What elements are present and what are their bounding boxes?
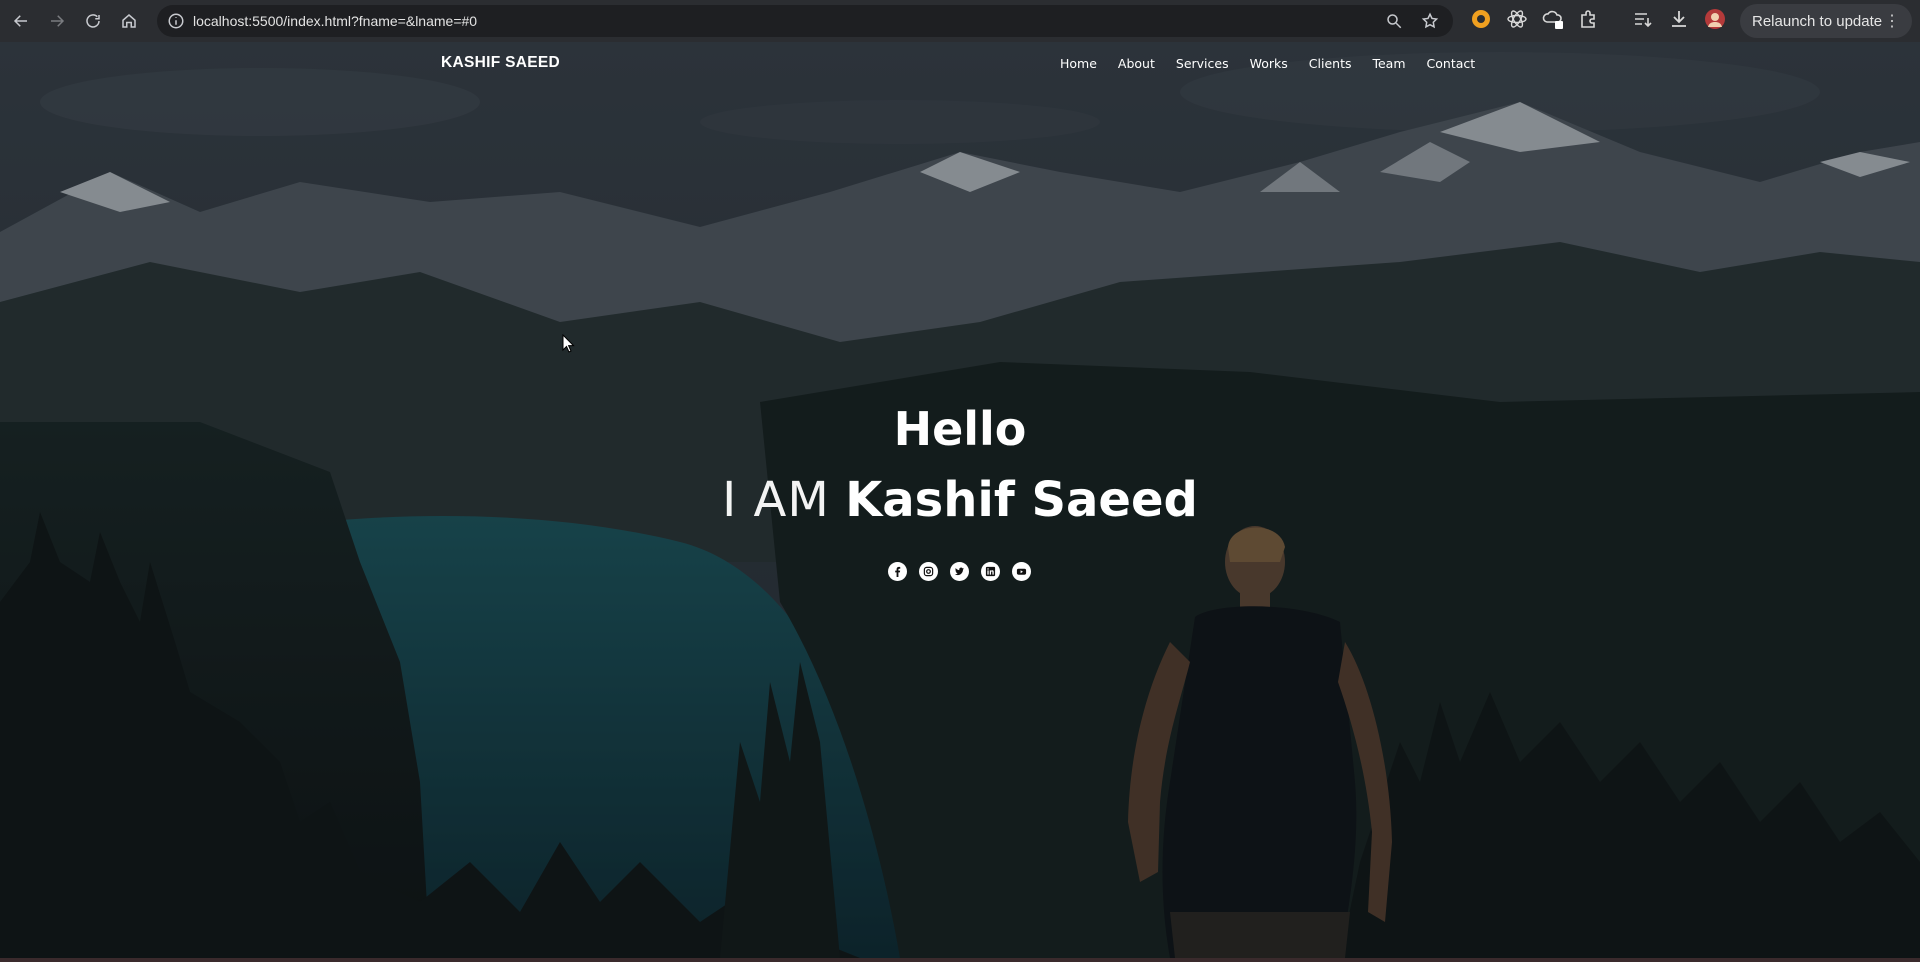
hero-name: Kashif Saeed [845, 472, 1198, 528]
reload-icon[interactable] [78, 6, 108, 36]
home-icon[interactable] [114, 6, 144, 36]
back-icon[interactable] [6, 6, 36, 36]
extension-orange-icon[interactable] [1470, 8, 1492, 30]
url-text[interactable]: localhost:5500/index.html?fname=&lname=#… [193, 13, 477, 29]
bookmark-star-icon[interactable] [1421, 12, 1439, 30]
extension-react-icon[interactable] [1506, 8, 1528, 30]
hero-greeting: Hello [893, 402, 1027, 456]
profile-avatar-icon[interactable] [1704, 8, 1726, 30]
extension-cloud-icon[interactable] [1542, 8, 1564, 30]
nav-services[interactable]: Services [1176, 56, 1229, 71]
more-menu-icon[interactable]: ⋮ [1884, 11, 1900, 31]
extensions-puzzle-icon[interactable] [1578, 8, 1600, 30]
social-links [888, 562, 1031, 581]
nav-about[interactable]: About [1118, 56, 1155, 71]
nav-clients[interactable]: Clients [1309, 56, 1352, 71]
mouse-cursor-icon [562, 334, 575, 353]
hero-intro: I AM [722, 472, 830, 528]
site-brand-logo[interactable]: KASHIF SAEED [441, 54, 560, 72]
linkedin-icon[interactable] [981, 562, 1000, 581]
twitter-icon[interactable] [950, 562, 969, 581]
page-bottom-border [0, 958, 1920, 962]
nav-works[interactable]: Works [1250, 56, 1288, 71]
nav-home[interactable]: Home [1060, 56, 1097, 71]
web-page: KASHIF SAEED Home About Services Works C… [0, 42, 1920, 958]
address-bar[interactable]: localhost:5500/index.html?fname=&lname=#… [157, 5, 1453, 37]
zoom-icon[interactable] [1385, 12, 1403, 30]
nav-contact[interactable]: Contact [1427, 56, 1476, 71]
youtube-icon[interactable] [1012, 562, 1031, 581]
site-nav: Home About Services Works Clients Team C… [1060, 56, 1496, 71]
nav-team[interactable]: Team [1372, 56, 1405, 71]
downloads-icon[interactable] [1668, 8, 1690, 30]
hero-title: I AM Kashif Saeed [0, 472, 1920, 528]
facebook-icon[interactable] [888, 562, 907, 581]
reading-list-icon[interactable] [1632, 8, 1654, 30]
site-info-icon[interactable] [167, 12, 185, 30]
relaunch-button[interactable]: Relaunch to update ⋮ [1740, 4, 1912, 38]
browser-toolbar: localhost:5500/index.html?fname=&lname=#… [0, 0, 1920, 42]
relaunch-label: Relaunch to update [1752, 12, 1883, 30]
instagram-icon[interactable] [919, 562, 938, 581]
forward-icon[interactable] [42, 6, 72, 36]
